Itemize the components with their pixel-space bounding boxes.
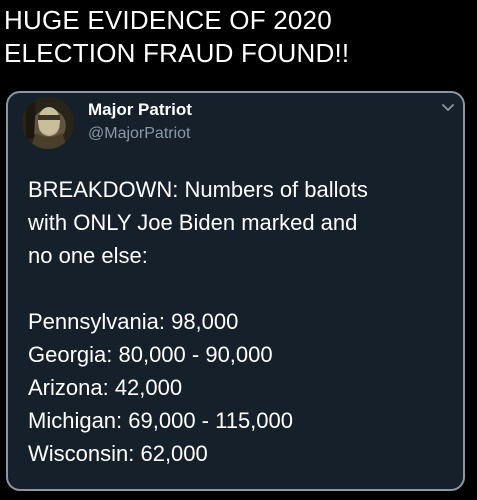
state-georgia: Georgia: 80,000 - 90,000 [28,342,273,367]
tweet-line-3: no one else: [28,243,148,268]
tweet-line-2: with ONLY Joe Biden marked and [28,210,358,235]
avatar-image-icon [26,101,68,149]
author-handle[interactable]: @MajorPatriot [88,125,191,143]
scrollbar[interactable] [463,143,465,223]
tweet-card: Major Patriot @MajorPatriot BREAKDOWN: N… [6,91,465,491]
state-pennsylvania: Pennsylvania: 98,000 [28,309,239,334]
tweet-line-1: BREAKDOWN: Numbers of ballots [28,177,368,202]
author-name[interactable]: Major Patriot [88,100,192,120]
state-list: Pennsylvania: 98,000 Georgia: 80,000 - 9… [28,305,458,470]
avatar[interactable] [22,97,74,149]
headline-line-2: ELECTION FRAUD FOUND!! [4,38,350,68]
headline-line-1: HUGE EVIDENCE OF 2020 [4,5,332,35]
state-wisconsin: Wisconsin: 62,000 [28,441,208,466]
state-michigan: Michigan: 69,000 - 115,000 [28,408,293,433]
state-arizona: Arizona: 42,000 [28,375,183,400]
tweet-text: BREAKDOWN: Numbers of ballots with ONLY … [28,173,458,470]
headline: HUGE EVIDENCE OF 2020 ELECTION FRAUD FOU… [4,4,474,70]
chevron-down-icon[interactable] [440,101,456,115]
